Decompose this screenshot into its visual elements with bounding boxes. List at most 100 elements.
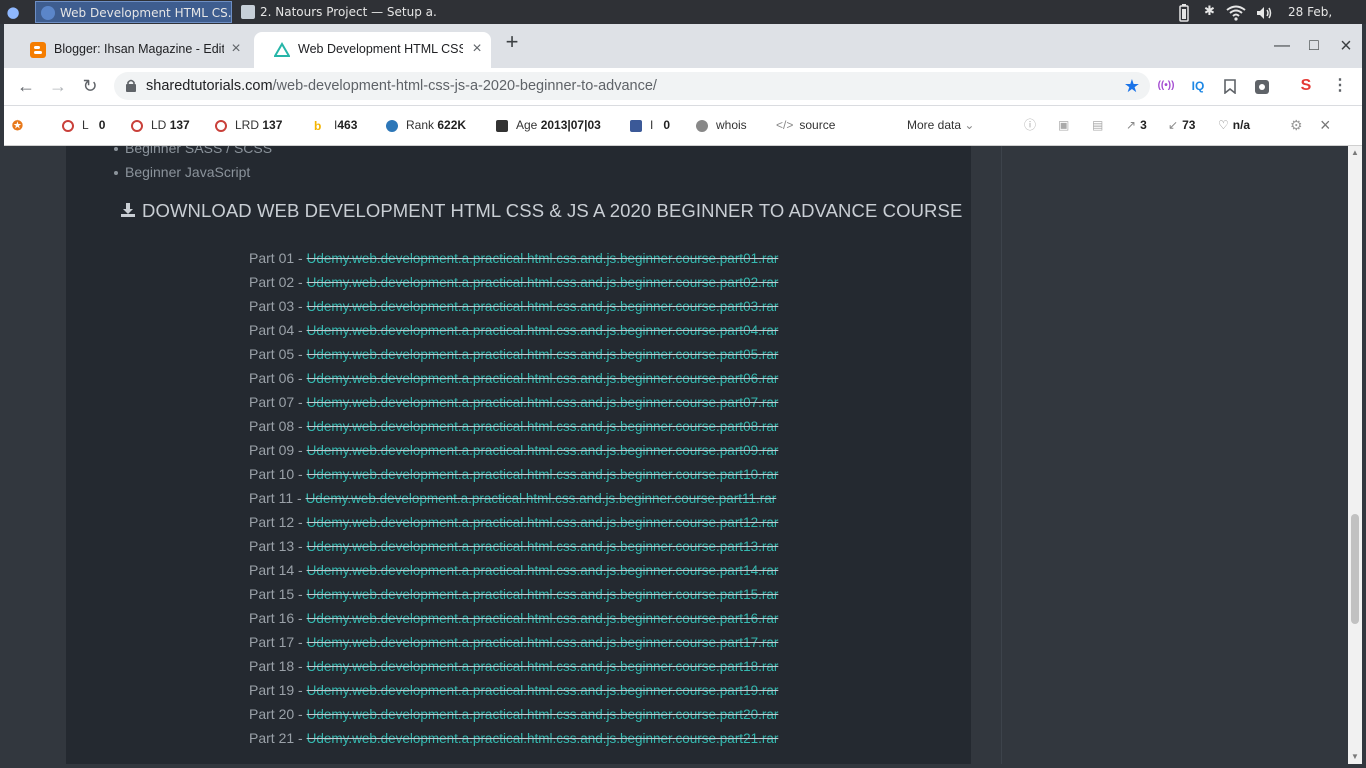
download-link[interactable]: Udemy.web.development.a.practical.html.c… (307, 251, 779, 266)
seo-item-health[interactable]: ♡ n/a (1218, 106, 1250, 145)
download-link[interactable]: Udemy.web.development.a.practical.html.c… (307, 515, 779, 530)
seo-item-source[interactable]: </> source (776, 106, 835, 145)
download-part-row: Part 12 - Udemy.web.development.a.practi… (249, 510, 778, 534)
tab-title: Blogger: Ihsan Magazine - Edit (54, 42, 224, 56)
extension-shield-icon[interactable] (1252, 76, 1272, 96)
seo-item-whois[interactable]: whois (696, 106, 747, 145)
part-separator: - (294, 562, 307, 578)
site-triangle-icon (274, 42, 290, 57)
seo-item-l[interactable]: L 0 (62, 106, 105, 145)
address-bar[interactable]: sharedtutorials.com/web-development-html… (114, 72, 1150, 100)
download-link[interactable]: Udemy.web.development.a.practical.html.c… (307, 395, 779, 410)
download-link[interactable]: Udemy.web.development.a.practical.html.c… (307, 323, 779, 338)
seo-item-age[interactable]: Age 2013|07|03 (496, 106, 601, 145)
part-label: Part 01 (249, 250, 295, 266)
download-link[interactable]: Udemy.web.development.a.practical.html.c… (307, 443, 779, 458)
download-link[interactable]: Udemy.web.development.a.practical.html.c… (307, 467, 779, 482)
os-taskbar: ● Web Development HTML CS... 2. Natours … (0, 0, 1366, 43)
download-part-row: Part 02 - Udemy.web.development.a.practi… (249, 270, 778, 294)
seo-item-bing-index[interactable]: b I463 (314, 106, 357, 145)
part-label: Part 15 (249, 586, 295, 602)
tab-web-development[interactable]: Web Development HTML CSS & × (254, 32, 491, 68)
download-link[interactable]: Udemy.web.development.a.practical.html.c… (307, 275, 779, 290)
download-link[interactable]: Udemy.web.development.a.practical.html.c… (307, 371, 779, 386)
seo-item-lrd[interactable]: LRD 137 (215, 106, 282, 145)
download-link[interactable]: Udemy.web.development.a.practical.html.c… (307, 563, 779, 578)
sidebar-divider (1001, 146, 1002, 764)
folder-icon (241, 5, 255, 19)
seo-item-rank[interactable]: Rank 622K (386, 106, 466, 145)
seo-toolbar: ✪ L 0 LD 137 LRD 137 b I463 Rank 622K Age… (4, 106, 1362, 146)
wifi-icon[interactable] (1226, 0, 1248, 24)
chart-icon[interactable]: ▤ (1092, 106, 1103, 145)
part-label: Part 16 (249, 610, 295, 626)
ld-icon (131, 119, 143, 132)
tab-blogger[interactable]: Blogger: Ihsan Magazine - Edit × (10, 32, 250, 68)
part-label: Part 19 (249, 682, 295, 698)
part-label: Part 02 (249, 274, 295, 290)
download-link[interactable]: Udemy.web.development.a.practical.html.c… (307, 659, 779, 674)
close-toolbar-icon[interactable]: × (1320, 106, 1331, 145)
download-link[interactable]: Udemy.web.development.a.practical.html.c… (306, 491, 777, 506)
seo-more-data-dropdown[interactable]: More data ⌄ (907, 106, 974, 145)
new-tab-button[interactable]: + (500, 30, 524, 54)
podcast-extension-icon[interactable]: ((•)) (1156, 76, 1176, 96)
iq-extension-icon[interactable]: IQ (1188, 76, 1208, 96)
browser-menu-icon[interactable]: ⋮ (1330, 76, 1350, 96)
download-link[interactable]: Udemy.web.development.a.practical.html.c… (307, 731, 779, 746)
download-link[interactable]: Udemy.web.development.a.practical.html.c… (307, 299, 779, 314)
s-extension-icon[interactable]: S (1296, 76, 1316, 96)
minimize-button[interactable]: — (1270, 34, 1294, 58)
info-icon[interactable]: ⓘ (1024, 106, 1036, 145)
app-menu-icon[interactable]: ● (4, 3, 22, 21)
scrollbar-thumb[interactable] (1351, 514, 1359, 624)
back-button[interactable]: ← (14, 74, 38, 98)
scroll-down-icon[interactable]: ▼ (1351, 753, 1359, 761)
part-label: Part 17 (249, 634, 295, 650)
tab-close-icon[interactable]: × (469, 41, 485, 57)
download-link[interactable]: Udemy.web.development.a.practical.html.c… (307, 539, 779, 554)
download-link[interactable]: Udemy.web.development.a.practical.html.c… (307, 347, 779, 362)
seo-item-facebook[interactable]: I 0 (630, 106, 670, 145)
forward-button[interactable]: → (46, 74, 70, 98)
download-link[interactable]: Udemy.web.development.a.practical.html.c… (307, 635, 779, 650)
scroll-up-icon[interactable]: ▲ (1351, 149, 1359, 157)
page-scrollbar[interactable]: ▲ ▼ (1348, 146, 1362, 764)
part-separator: - (294, 538, 307, 554)
tab-close-icon[interactable]: × (228, 41, 244, 57)
settings-gear-icon[interactable]: ⚙ (1290, 106, 1303, 145)
calendar-icon (496, 119, 508, 132)
bookmark-extension-icon[interactable] (1220, 76, 1240, 96)
bluetooth-icon[interactable]: ✱ (1204, 0, 1218, 24)
url-host: sharedtutorials.com (146, 78, 273, 94)
download-link[interactable]: Udemy.web.development.a.practical.html.c… (307, 419, 779, 434)
maximize-button[interactable]: □ (1302, 34, 1326, 58)
close-window-button[interactable]: × (1334, 34, 1358, 58)
clock[interactable]: 28 Feb, 23:20 (1288, 0, 1366, 43)
part-separator: - (294, 250, 307, 266)
taskbar-task-files[interactable]: 2. Natours Project — Setup a... (236, 1, 436, 23)
heart-icon: ♡ (1218, 118, 1229, 132)
taskbar-task-label: 2. Natours Project — Setup a... (260, 5, 436, 19)
volume-icon[interactable] (1255, 0, 1277, 24)
battery-icon[interactable] (1178, 0, 1194, 24)
part-separator: - (294, 322, 307, 338)
part-separator: - (294, 514, 307, 530)
lock-icon (126, 79, 136, 92)
taskbar-task-browser[interactable]: Web Development HTML CS... (35, 1, 232, 23)
download-link[interactable]: Udemy.web.development.a.practical.html.c… (307, 587, 779, 602)
part-label: Part 12 (249, 514, 295, 530)
download-link[interactable]: Udemy.web.development.a.practical.html.c… (307, 611, 779, 626)
screen-icon[interactable]: ▣ (1058, 106, 1069, 145)
download-part-row: Part 15 - Udemy.web.development.a.practi… (249, 582, 778, 606)
part-separator: - (294, 634, 307, 650)
part-label: Part 06 (249, 370, 295, 386)
seo-logo-icon[interactable]: ✪ (12, 106, 23, 145)
seo-item-internal-links[interactable]: ↙ 73 (1168, 106, 1195, 145)
reload-button[interactable]: ↻ (78, 74, 102, 98)
download-link[interactable]: Udemy.web.development.a.practical.html.c… (307, 683, 779, 698)
bookmark-star-icon[interactable]: ★ (1124, 75, 1140, 97)
seo-item-ld[interactable]: LD 137 (131, 106, 190, 145)
seo-item-external-links[interactable]: ↗ 3 (1126, 106, 1147, 145)
download-link[interactable]: Udemy.web.development.a.practical.html.c… (307, 707, 779, 722)
